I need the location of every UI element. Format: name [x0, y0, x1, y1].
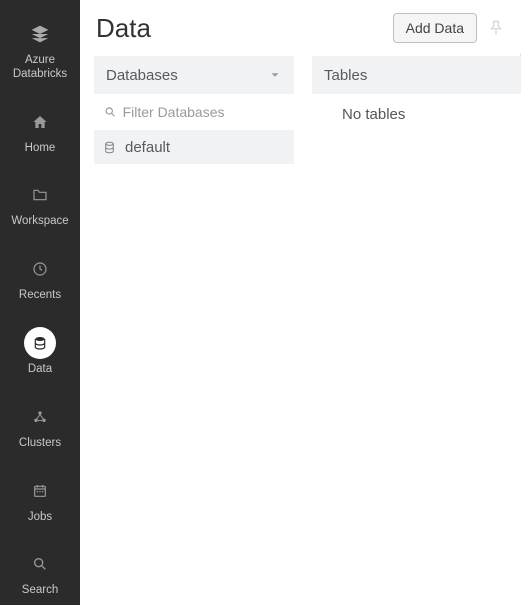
tables-empty-message: No tables	[312, 94, 521, 135]
sidebar-brand[interactable]: Azure Databricks	[13, 18, 67, 82]
topbar: Data Add Data	[80, 0, 521, 56]
sidebar-item-workspace[interactable]: Workspace	[11, 179, 68, 229]
chevron-down-icon	[268, 68, 282, 82]
add-data-button[interactable]: Add Data	[393, 13, 477, 43]
sidebar-item-label: Workspace	[11, 215, 68, 229]
sidebar-item-jobs[interactable]: Jobs	[24, 475, 56, 525]
pin-icon[interactable]	[487, 19, 505, 37]
sidebar-item-clusters[interactable]: Clusters	[19, 401, 61, 451]
home-icon	[24, 106, 56, 138]
sidebar-item-label: Home	[25, 142, 56, 156]
filter-databases-input[interactable]	[123, 104, 284, 120]
databases-filter-row	[94, 94, 294, 130]
tables-header-label: Tables	[324, 67, 367, 84]
search-icon	[24, 548, 56, 580]
sidebar: Azure Databricks Home Workspace Recents	[0, 0, 80, 605]
sidebar-item-search[interactable]: Search	[22, 548, 58, 598]
database-row[interactable]: default	[94, 130, 294, 164]
databases-panel: Databases default	[94, 56, 294, 605]
sidebar-item-home[interactable]: Home	[24, 106, 56, 156]
databases-header[interactable]: Databases	[94, 56, 294, 94]
sidebar-item-data[interactable]: Data	[24, 327, 56, 377]
database-name: default	[125, 139, 170, 156]
sidebar-item-recents[interactable]: Recents	[19, 253, 61, 303]
databricks-icon	[24, 18, 56, 50]
tables-panel: Tables No tables	[312, 56, 521, 605]
sidebar-item-label: Jobs	[28, 511, 52, 525]
clusters-icon	[24, 401, 56, 433]
sidebar-item-label: Data	[28, 363, 52, 377]
tables-header: Tables	[312, 56, 521, 94]
databases-header-label: Databases	[106, 67, 178, 84]
clock-icon	[24, 253, 56, 285]
main-area: Data Add Data Databases	[80, 0, 521, 605]
page-title: Data	[96, 13, 151, 44]
search-icon	[104, 105, 117, 119]
sidebar-item-label: Search	[22, 584, 58, 598]
calendar-icon	[24, 475, 56, 507]
database-icon	[102, 140, 117, 155]
sidebar-item-label: Recents	[19, 289, 61, 303]
folder-icon	[24, 179, 56, 211]
sidebar-item-label: Clusters	[19, 437, 61, 451]
data-icon	[24, 327, 56, 359]
sidebar-brand-label: Azure Databricks	[13, 54, 67, 82]
